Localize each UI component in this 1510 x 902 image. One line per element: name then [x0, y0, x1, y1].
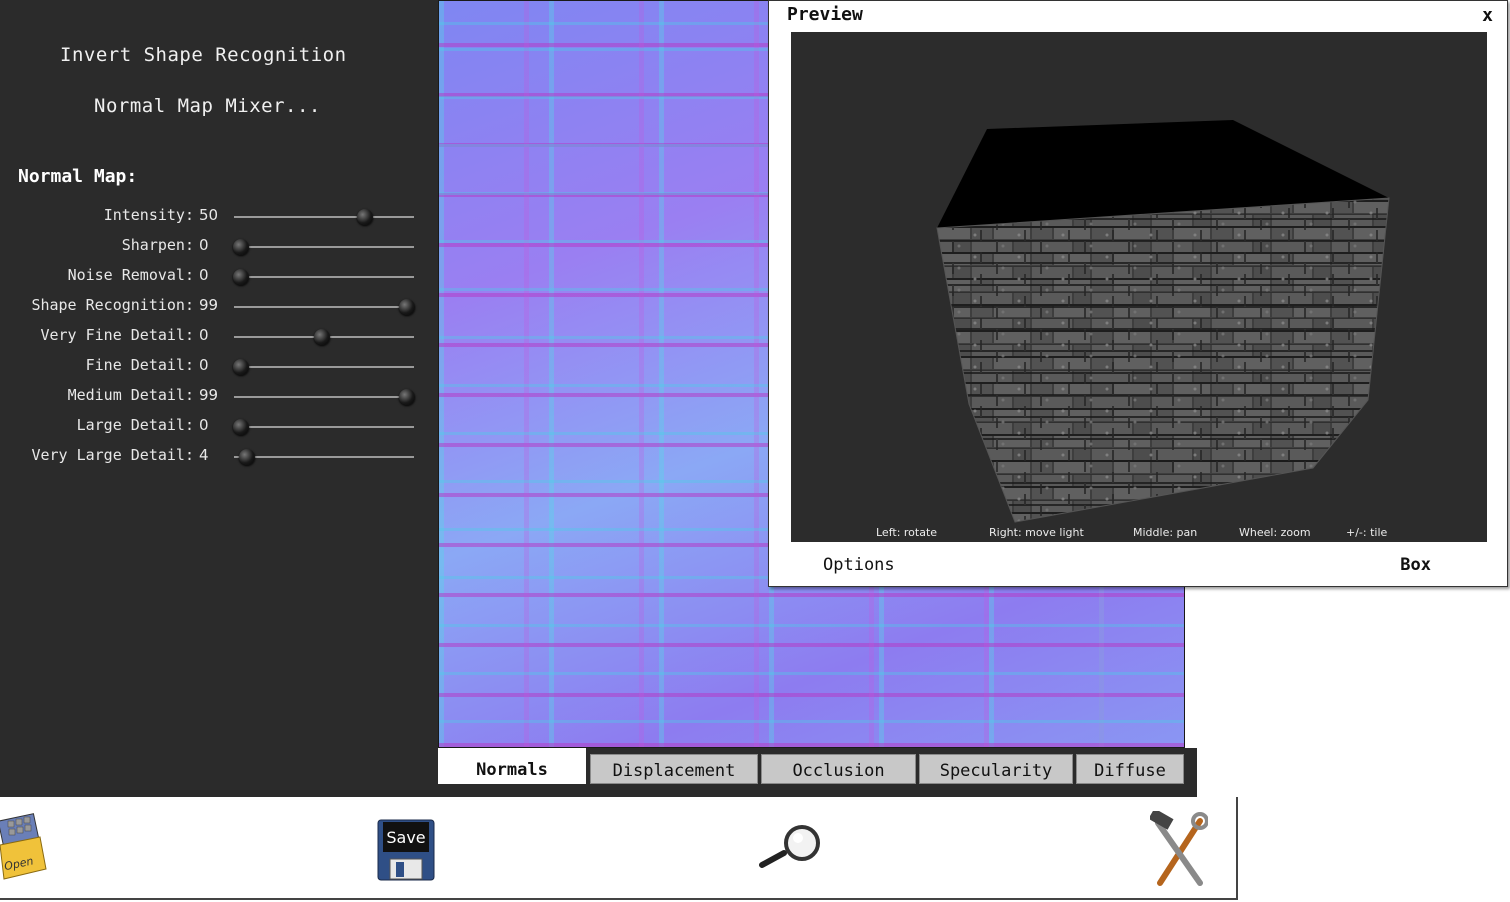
- slider-knob[interactable]: [398, 389, 415, 405]
- tab-occlusion[interactable]: Occlusion: [761, 754, 916, 784]
- slider-knob[interactable]: [233, 359, 250, 375]
- slider-track[interactable]: [234, 299, 415, 315]
- hint-pan: Middle: pan: [1133, 526, 1198, 539]
- normal-map-mixer-link[interactable]: Normal Map Mixer...: [94, 95, 321, 117]
- shape-box-button[interactable]: Box: [1400, 555, 1431, 575]
- hint-tile: +/-: tile: [1346, 526, 1388, 539]
- invert-shape-recognition-link[interactable]: Invert Shape Recognition: [60, 44, 347, 66]
- floppy-disk-icon: Save: [377, 819, 435, 881]
- slider-value: 0: [199, 236, 209, 254]
- slider-label: Very Fine Detail:: [40, 326, 194, 344]
- options-button[interactable]: Options: [823, 555, 895, 575]
- slider-value: 99: [199, 386, 219, 404]
- slider-label: Medium Detail:: [67, 386, 194, 404]
- slider-value: 50: [199, 206, 219, 224]
- slider-label: Large Detail:: [76, 416, 194, 434]
- slider-value: 4: [199, 446, 209, 464]
- hint-rotate: Left: rotate: [876, 526, 938, 539]
- tab-diffuse[interactable]: Diffuse: [1076, 754, 1184, 784]
- preview-title: Preview: [787, 4, 863, 25]
- slider-value: 99: [199, 296, 219, 314]
- textured-cube: [936, 120, 1390, 523]
- tab-specularity[interactable]: Specularity: [919, 754, 1073, 784]
- slider-track[interactable]: [233, 239, 414, 255]
- map-tabs: Normals Displacement Occlusion Speculari…: [438, 748, 1197, 797]
- tools-button[interactable]: [1148, 808, 1209, 887]
- slider-row: Sharpen: 0: [0, 236, 438, 266]
- slider-row: Very Fine Detail: 0: [0, 326, 438, 356]
- slider-row: Intensity: 50: [0, 206, 438, 236]
- slider-track[interactable]: [234, 389, 415, 405]
- slider-value: 0: [199, 416, 209, 434]
- open-folder-icon: Open: [0, 813, 47, 880]
- slider-track[interactable]: [234, 209, 414, 225]
- slider-label: Sharpen:: [121, 236, 194, 254]
- save-button[interactable]: Save: [377, 819, 435, 881]
- hint-zoom: Wheel: zoom: [1239, 526, 1311, 539]
- slider-knob[interactable]: [398, 299, 415, 315]
- slider-row: Medium Detail: 99: [0, 386, 438, 416]
- slider-label: Shape Recognition:: [31, 296, 194, 314]
- close-icon[interactable]: x: [1482, 5, 1493, 26]
- slider-label: Intensity:: [103, 206, 194, 224]
- slider-value: 0: [199, 356, 209, 374]
- slider-row: Large Detail: 0: [0, 416, 438, 446]
- settings-panel: Invert Shape Recognition Normal Map Mixe…: [0, 0, 438, 797]
- slider-row: Very Large Detail: 4: [0, 446, 438, 476]
- slider-knob[interactable]: [357, 209, 374, 225]
- save-label: Save: [386, 828, 425, 847]
- slider-track[interactable]: [233, 419, 414, 435]
- slider-track[interactable]: [233, 359, 414, 375]
- normal-map-section-title: Normal Map:: [18, 166, 138, 187]
- magnifier-icon: [759, 825, 820, 868]
- slider-track[interactable]: [234, 449, 414, 465]
- slider-knob[interactable]: [314, 329, 331, 345]
- slider-knob[interactable]: [233, 239, 250, 255]
- open-button[interactable]: Open: [0, 811, 50, 883]
- hint-move-light: Right: move light: [989, 526, 1084, 539]
- slider-label: Very Large Detail:: [31, 446, 194, 464]
- slider-knob[interactable]: [238, 449, 255, 465]
- preview-window: Preview x Left: rotate Right: move light…: [768, 0, 1508, 587]
- slider-knob[interactable]: [233, 269, 250, 285]
- slider-row: Noise Removal: 0: [0, 266, 438, 296]
- tab-displacement[interactable]: Displacement: [590, 754, 758, 784]
- zoom-button[interactable]: [758, 821, 824, 871]
- 3d-viewport[interactable]: Left: rotate Right: move light Middle: p…: [791, 32, 1487, 542]
- slider-label: Noise Removal:: [67, 266, 194, 284]
- slider-value: 0: [199, 266, 209, 284]
- slider-knob[interactable]: [233, 419, 250, 435]
- tab-normals[interactable]: Normals: [438, 748, 586, 784]
- hammer-wrench-icon: [1148, 808, 1209, 886]
- slider-value: 0: [199, 326, 209, 344]
- control-hints: Left: rotate Right: move light Middle: p…: [791, 526, 1487, 540]
- slider-label: Fine Detail:: [85, 356, 194, 374]
- slider-track[interactable]: [234, 329, 414, 345]
- slider-row: Shape Recognition: 99: [0, 296, 438, 326]
- slider-track[interactable]: [233, 269, 414, 285]
- slider-row: Fine Detail: 0: [0, 356, 438, 386]
- bottom-toolbar: Open Save: [0, 797, 1238, 900]
